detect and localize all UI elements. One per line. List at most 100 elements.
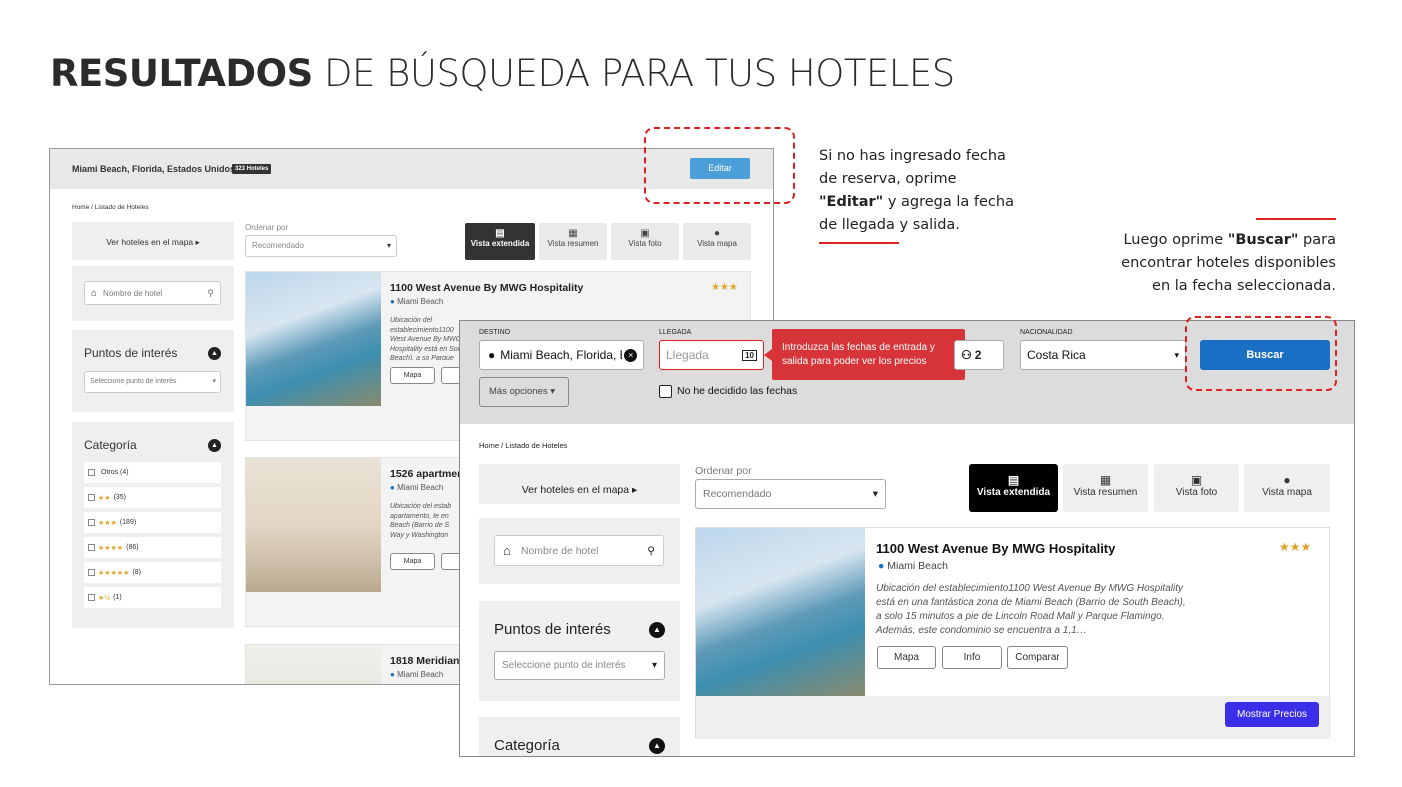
category-item[interactable]: ★★★★★ (8)	[84, 562, 221, 583]
hotel-photo[interactable]	[246, 645, 381, 684]
category-item[interactable]: ★★★★ (86)	[84, 537, 221, 558]
poi-panel: Puntos de interés ▲ Seleccione punto de …	[72, 330, 234, 412]
heading-bold: RESULTADOS	[50, 52, 313, 95]
guests-field[interactable]: ⚇ 2	[954, 340, 1004, 370]
hotel-photo[interactable]	[246, 458, 381, 592]
location-pin-icon: ●	[390, 670, 395, 679]
sort-label: Ordenar por	[245, 223, 289, 232]
note-bold: "Buscar"	[1227, 232, 1299, 248]
map-button[interactable]: Mapa	[877, 646, 936, 669]
note-editar: Si no has ingresado fecha de reserva, op…	[819, 145, 1049, 237]
map-pin-icon: ●	[713, 228, 721, 239]
category-item[interactable]: ★½ (1)	[84, 587, 221, 608]
tab-vista-mapa[interactable]: ● Vista mapa	[1244, 464, 1330, 512]
category-stars: ★★★★★	[98, 569, 130, 577]
hotel-name[interactable]: 1100 West Avenue By MWG Hospitality	[876, 541, 1115, 556]
collapse-icon[interactable]: ▲	[649, 738, 665, 754]
hotel-city: ● Miami Beach	[878, 560, 948, 572]
tab-vista-resumen[interactable]: ▦ Vista resumen	[1063, 464, 1148, 512]
dropdown-arrow-icon: ▾	[386, 241, 391, 250]
tooltip-arrow	[764, 349, 772, 361]
more-options-button[interactable]: Más opciones ▾	[479, 377, 569, 407]
note-buscar: Luego oprime "Buscar" para encontrar hot…	[1090, 229, 1336, 298]
checkbox[interactable]	[88, 469, 95, 476]
dropdown-arrow-icon: ▾	[651, 660, 657, 671]
map-button[interactable]: Mapa	[390, 367, 435, 384]
hotel-city: ● Miami Beach	[390, 297, 444, 306]
llegada-input[interactable]: Llegada 10	[659, 340, 764, 370]
category-item[interactable]: ★★★ (189)	[84, 512, 221, 533]
red-underline	[819, 242, 899, 244]
category-label: (86)	[126, 544, 139, 551]
sort-select[interactable]: Recomendado ▾	[245, 235, 397, 257]
collapse-icon[interactable]: ▲	[208, 347, 221, 360]
hotel-search-input[interactable]: ⌂ Nombre de hotel ⚲	[84, 281, 221, 305]
sort-select[interactable]: Recomendado ▾	[695, 479, 886, 509]
category-item[interactable]: Otros (4)	[84, 462, 221, 483]
dropdown-arrow-icon: ▾	[872, 488, 878, 500]
hotel-name[interactable]: 1526 apartmen	[390, 468, 464, 480]
list-icon: ▤	[495, 228, 505, 239]
hotel-search-input[interactable]: ⌂ Nombre de hotel ⚲	[494, 535, 664, 566]
list-icon: ▤	[1007, 473, 1020, 487]
hotel-search-panel: ⌂ Nombre de hotel ⚲	[479, 518, 680, 584]
dropdown-arrow-icon: ▾	[1174, 349, 1179, 360]
destino-label: DESTINO	[479, 329, 511, 336]
count-badge: 323 Hoteles	[232, 164, 272, 174]
category-list: Otros (4) ★★ (35) ★★★ (189) ★★★★ (86) ★★★★★ (8) ★…	[84, 462, 221, 612]
person-icon: ⚇	[961, 348, 972, 362]
location-text: Miami Beach, Florida, Estados Unidos	[72, 164, 236, 174]
category-item[interactable]: ★★ (35)	[84, 487, 221, 508]
hotel-description: Ubicación del establecimiento1100 West A…	[390, 317, 467, 360]
checkbox[interactable]	[88, 519, 95, 526]
date-tooltip: Introduzca las fechas de entrada y salid…	[772, 329, 965, 380]
checkbox[interactable]	[88, 544, 95, 551]
checkbox[interactable]	[88, 569, 95, 576]
llegada-label: LLEGADA	[659, 329, 692, 336]
category-stars: ★★	[98, 494, 111, 502]
hotel-stars: ★★★	[1279, 540, 1312, 554]
collapse-icon[interactable]: ▲	[208, 439, 221, 452]
dates-undecided-checkbox[interactable]	[659, 385, 672, 398]
map-link[interactable]: Ver hoteles en el mapa ▸	[72, 222, 234, 260]
hotel-name[interactable]: 1818 Meridian	[390, 655, 459, 667]
tab-vista-foto[interactable]: ▣ Vista foto	[1154, 464, 1239, 512]
poi-title: Puntos de interés	[494, 621, 611, 638]
hotel-photo[interactable]	[246, 272, 381, 406]
compare-button[interactable]: Comparar	[1007, 646, 1068, 669]
collapse-icon[interactable]: ▲	[649, 622, 665, 638]
nacionalidad-select[interactable]: Costa Rica ▾	[1020, 340, 1186, 370]
category-label: (8)	[132, 569, 141, 576]
tab-vista-resumen[interactable]: ▦ Vista resumen	[539, 223, 607, 260]
dates-undecided-label: No he decidido las fechas	[677, 385, 798, 397]
poi-select[interactable]: Seleccione punto de interés ▾	[494, 651, 665, 680]
tab-vista-foto[interactable]: ▣ Vista foto	[611, 223, 679, 260]
breadcrumb[interactable]: Home / Listado de Hoteles	[72, 204, 149, 211]
calendar-icon[interactable]: 10	[742, 349, 757, 361]
category-label: (35)	[113, 494, 127, 501]
sort-label: Ordenar por	[695, 465, 752, 477]
checkbox[interactable]	[88, 594, 95, 601]
hotel-name[interactable]: 1100 West Avenue By MWG Hospitality	[390, 282, 583, 294]
map-link[interactable]: Ver hoteles en el mapa ▸	[479, 464, 680, 504]
note-bold: "Editar"	[819, 194, 884, 210]
tab-vista-mapa[interactable]: ● Vista mapa	[683, 223, 751, 260]
show-prices-button[interactable]: Mostrar Precios	[1225, 702, 1319, 727]
clear-icon[interactable]: ×	[624, 348, 638, 362]
search-icon: ⚲	[207, 287, 214, 298]
info-button[interactable]: Info	[942, 646, 1002, 669]
breadcrumb[interactable]: Home / Listado de Hoteles	[479, 441, 567, 450]
destino-input[interactable]: ● Miami Beach, Florida, Es ×	[479, 340, 644, 370]
poi-select[interactable]: Seleccione punto de interés ▾	[84, 371, 221, 393]
tab-vista-extendida[interactable]: ▤ Vista extendida	[969, 464, 1058, 512]
tab-vista-extendida[interactable]: ▤ Vista extendida	[465, 223, 535, 260]
highlight-buscar	[1185, 316, 1337, 391]
hotel-photo[interactable]	[696, 528, 865, 696]
hotel-description: Ubicación del establecimiento1100 West A…	[876, 583, 1186, 636]
hotel-city: ● Miami Beach	[390, 483, 444, 492]
category-title: Categoría	[494, 737, 560, 754]
category-label: (1)	[113, 594, 122, 601]
hotel-search-panel: ⌂ Nombre de hotel ⚲	[72, 266, 234, 321]
map-button[interactable]: Mapa	[390, 553, 435, 570]
checkbox[interactable]	[88, 494, 95, 501]
